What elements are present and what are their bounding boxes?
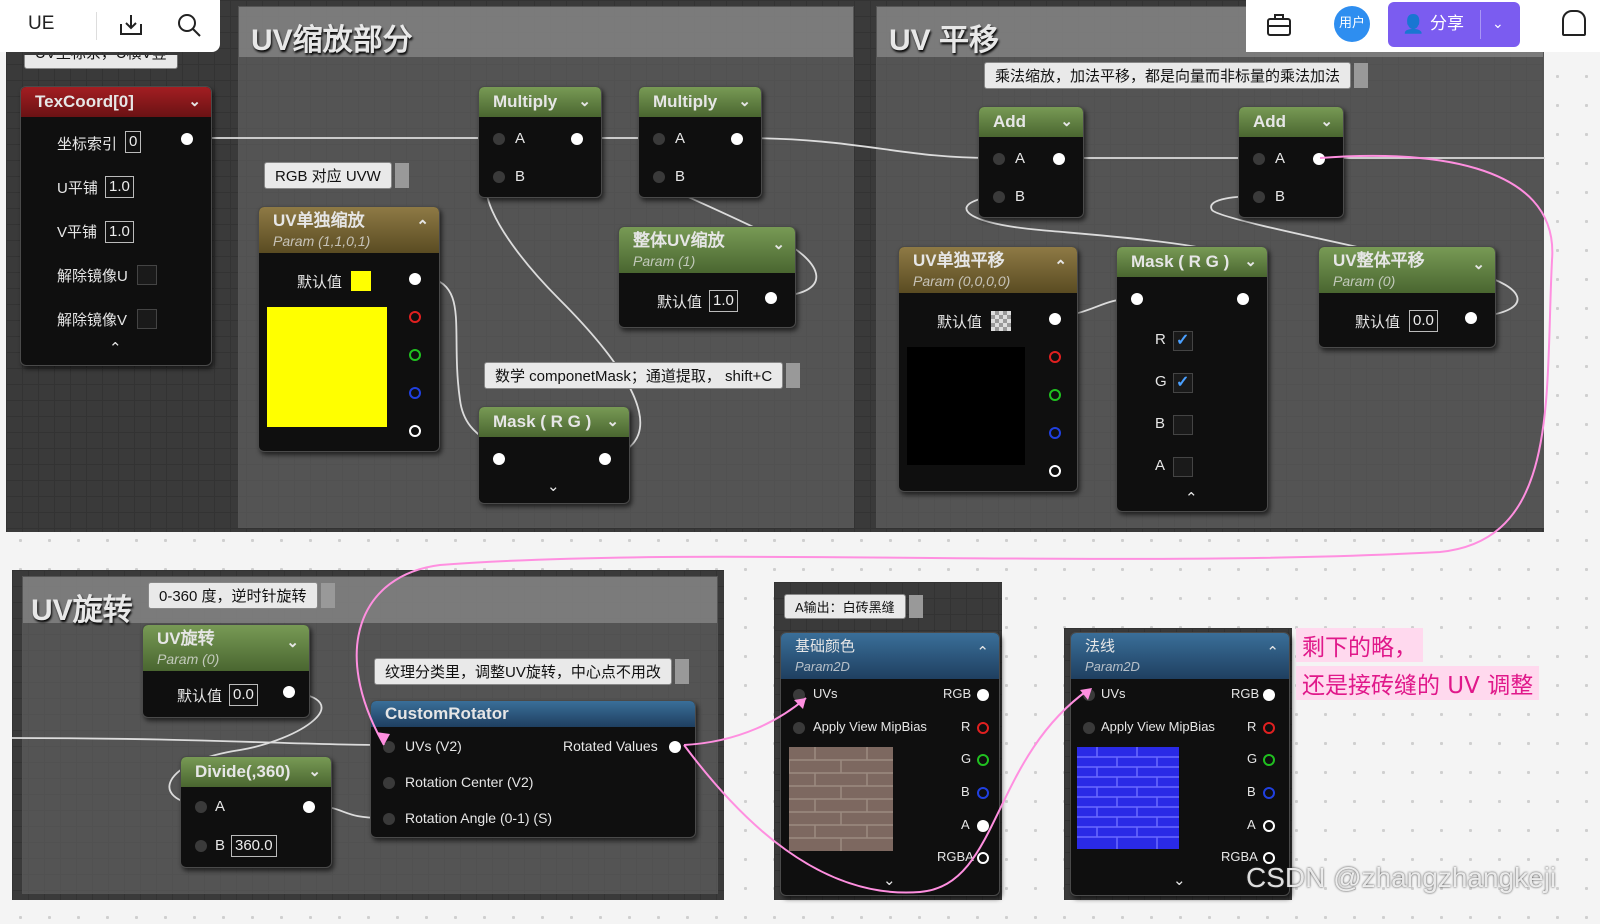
annotation-arrows xyxy=(355,154,1554,894)
watermark: CSDN @zhangzhangkeji xyxy=(1246,862,1557,893)
